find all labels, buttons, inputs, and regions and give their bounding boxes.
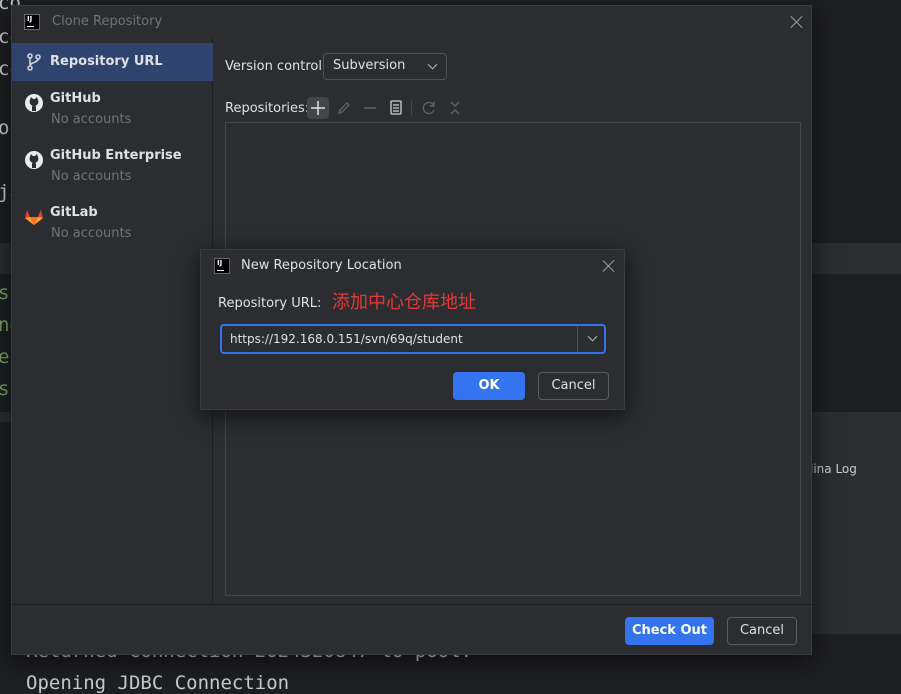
refresh-button[interactable] (418, 97, 440, 119)
sidebar-item-label: GitHub Enterprise (50, 148, 182, 163)
cancel-button[interactable]: Cancel (727, 617, 797, 645)
sidebar-item-label: GitLab (50, 205, 98, 220)
version-control-label: Version control: (225, 59, 327, 74)
close-icon[interactable] (601, 258, 617, 274)
combo-separator (577, 326, 578, 352)
vcs-sidebar: Repository URL GitHub No accounts GitHub… (12, 38, 213, 604)
repository-url-label: Repository URL: (218, 296, 322, 311)
dialog-title-bar: IJ Clone Repository (12, 6, 811, 38)
sidebar-item-status: No accounts (51, 169, 132, 184)
sidebar-item-repository-url[interactable]: Repository URL (12, 43, 213, 81)
sidebar-item-label: GitHub (50, 91, 101, 106)
add-repository-button[interactable] (307, 97, 329, 119)
log-line: Opening JDBC Connection (26, 672, 290, 694)
ok-button[interactable]: OK (453, 372, 525, 400)
sidebar-item-github[interactable]: GitHub No accounts (12, 88, 213, 132)
intellij-logo-icon: IJ (24, 14, 40, 30)
version-control-value: Subversion (333, 58, 406, 73)
list-icon (390, 100, 402, 115)
edit-repository-button[interactable] (333, 97, 355, 119)
chevron-down-icon[interactable] (587, 331, 598, 342)
annotation-text: 添加中心仓库地址 (332, 292, 476, 313)
footer-divider (12, 604, 812, 605)
collapse-button[interactable] (444, 97, 466, 119)
gitlab-icon (25, 210, 43, 225)
github-icon (25, 94, 43, 112)
catalina-log-tab[interactable]: lina Log (810, 462, 857, 476)
edit-icon (337, 102, 350, 115)
chevron-down-icon (427, 59, 438, 70)
cancel-button[interactable]: Cancel (538, 372, 609, 400)
git-branch-icon (27, 53, 41, 71)
toolbar-separator (411, 100, 412, 116)
add-icon (311, 101, 325, 115)
dialog-title: Clone Repository (52, 14, 163, 29)
remove-icon (364, 107, 376, 109)
collapse-icon (450, 101, 460, 115)
close-icon[interactable] (789, 14, 805, 30)
new-repository-location-dialog: IJ New Repository Location Repository UR… (200, 249, 625, 410)
refresh-icon (422, 101, 435, 115)
repository-url-combobox[interactable] (220, 324, 606, 354)
sidebar-item-label: Repository URL (50, 54, 163, 69)
run-panel-edge (812, 422, 901, 634)
version-control-select[interactable]: Subversion (323, 53, 447, 80)
check-out-button[interactable]: Check Out (625, 617, 714, 645)
sidebar-item-github-enterprise[interactable]: GitHub Enterprise No accounts (12, 145, 213, 189)
github-icon (25, 151, 43, 169)
sidebar-item-status: No accounts (51, 226, 132, 241)
sidebar-item-gitlab[interactable]: GitLab No accounts (12, 202, 213, 246)
repositories-label: Repositories: (225, 101, 310, 116)
sidebar-item-status: No accounts (51, 112, 132, 127)
remove-repository-button[interactable] (359, 97, 381, 119)
repository-url-input[interactable] (222, 326, 576, 352)
intellij-logo-icon: IJ (214, 258, 230, 274)
dialog-title: New Repository Location (241, 258, 402, 273)
browse-repository-button[interactable] (385, 97, 407, 119)
